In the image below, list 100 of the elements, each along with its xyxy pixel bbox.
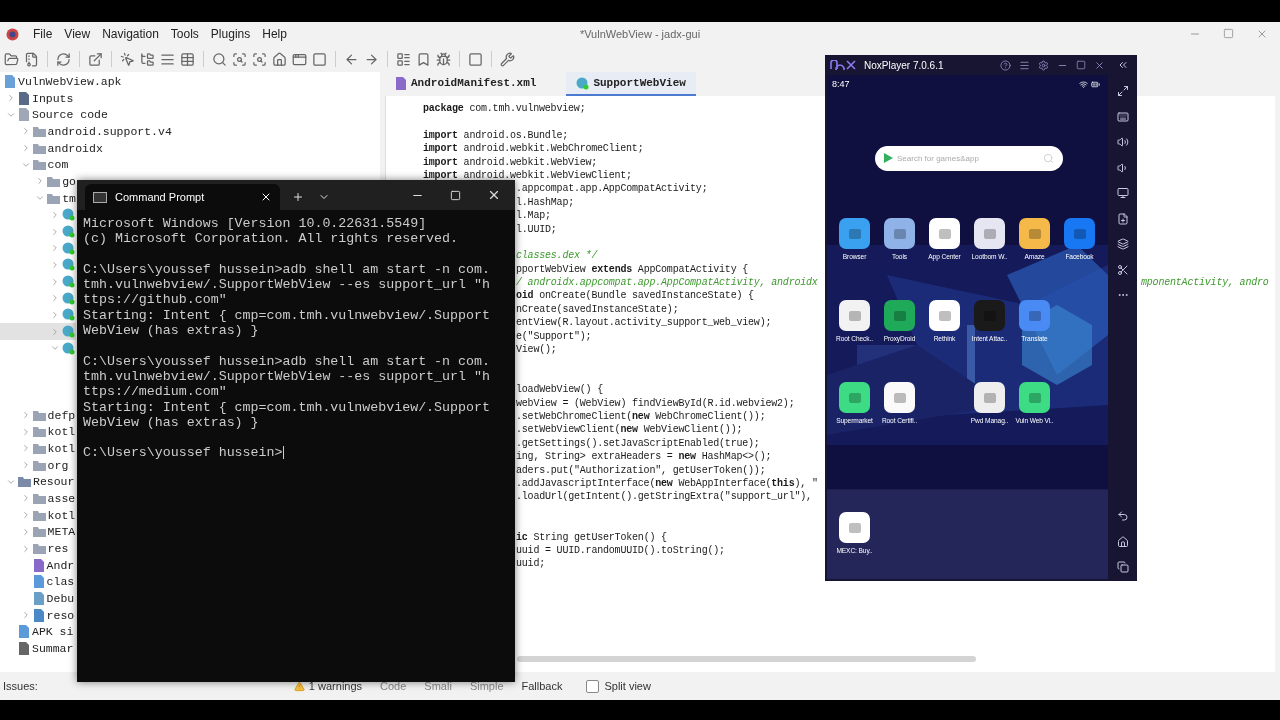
layers-icon[interactable]	[1116, 238, 1129, 250]
window-icon[interactable]	[292, 51, 307, 67]
square-icon[interactable]	[312, 51, 327, 67]
recents-icon[interactable]	[1116, 561, 1129, 573]
list-icon[interactable]	[396, 51, 411, 67]
tree-item[interactable]: kotl	[0, 440, 77, 457]
tree-item[interactable]: asse	[0, 490, 77, 507]
folder-icon	[32, 125, 46, 137]
tree-item[interactable]: clas	[0, 573, 76, 591]
screen-icon[interactable]	[1116, 187, 1129, 199]
tree-item[interactable]: Source code	[0, 106, 109, 124]
keyboard-icon[interactable]	[1116, 110, 1129, 123]
tree-label: Inputs	[32, 91, 74, 105]
view-mode-option[interactable]: Fallback	[521, 680, 563, 692]
folder-icon	[32, 142, 46, 154]
tree-item[interactable]: Andr	[0, 556, 76, 574]
search-icon[interactable]	[212, 51, 227, 67]
tree-label: Resour	[33, 475, 75, 489]
settings-icon[interactable]	[1038, 59, 1049, 71]
tree-item[interactable]: androidx	[0, 139, 104, 157]
forward-arrow-icon[interactable]	[364, 51, 379, 67]
archive-icon[interactable]	[24, 51, 39, 67]
editor-tab[interactable]: SupportWebView	[566, 72, 696, 96]
code-line: oid onCreate(Bundle savedInstanceState) {	[516, 290, 754, 302]
tree-item[interactable]: org	[0, 456, 70, 474]
checkbox[interactable]	[586, 679, 600, 693]
close-icon[interactable]	[487, 188, 501, 202]
menu-item[interactable]: Tools	[170, 27, 199, 41]
menu-icon[interactable]	[1019, 59, 1030, 71]
tree-item[interactable]: reso	[0, 606, 76, 624]
tree-item[interactable]: kotl	[0, 423, 77, 441]
tree-item[interactable]: Debu	[0, 590, 76, 607]
cursor-icon[interactable]	[120, 51, 135, 67]
back-icon[interactable]	[1116, 510, 1129, 522]
menu-item[interactable]: Plugins	[210, 27, 251, 41]
volume-down-icon[interactable]	[1116, 161, 1129, 174]
add-file-icon[interactable]	[1116, 212, 1129, 225]
volume-up-icon[interactable]	[1116, 136, 1129, 148]
terminal-line: WebView (has extras) }	[83, 414, 259, 430]
code-line: uuid;	[516, 558, 545, 570]
terminal-line: Starting: Intent { cmp=com.tmh.vulnwebview/.Support	[83, 399, 490, 415]
bug-icon[interactable]	[436, 51, 451, 67]
menu-item[interactable]: View	[64, 27, 91, 41]
search-icon[interactable]	[232, 51, 247, 67]
wrench-icon[interactable]	[500, 51, 515, 67]
home-icon[interactable]	[272, 51, 287, 67]
code-line: aders.put("Authorization", getUserToken());	[516, 464, 766, 476]
code-line: import android.os.Bundle;	[423, 129, 569, 141]
code-line: .addJavascriptInterface(new WebAppInterface(this), "	[516, 477, 818, 489]
tree-label: Summar	[32, 642, 74, 656]
tree-item[interactable]: kotl	[0, 506, 77, 524]
file-icon	[18, 91, 30, 105]
tree-item[interactable]: Summar	[0, 640, 75, 657]
editor-tab[interactable]: AndroidManifest.xml	[385, 72, 547, 96]
menu-item[interactable]: File	[33, 27, 53, 41]
refresh-icon[interactable]	[56, 51, 71, 67]
tree-label: tm	[62, 191, 76, 205]
table-icon[interactable]	[180, 51, 195, 67]
new-tab-icon[interactable]	[292, 191, 304, 203]
list-icon[interactable]	[160, 51, 175, 67]
export-icon[interactable]	[88, 51, 103, 67]
tree-label: META	[47, 525, 76, 539]
tree-item[interactable]: android.support.v4	[0, 123, 173, 140]
chevron-icon[interactable]	[6, 93, 16, 104]
class-icon	[61, 275, 75, 289]
tree-item[interactable]	[0, 323, 76, 340]
tree-label: clas	[46, 575, 75, 589]
terminal-tab[interactable]: Command Prompt	[85, 184, 280, 210]
code-line: classes.dex */	[516, 250, 598, 262]
bookmark-icon[interactable]	[416, 51, 431, 67]
tree-label: asse	[47, 491, 76, 505]
tree-item[interactable]: Resour	[0, 473, 76, 491]
square-icon[interactable]	[468, 51, 483, 67]
help-icon[interactable]	[1000, 59, 1011, 71]
search-field[interactable]: Search for games&app	[875, 146, 1063, 171]
code-line: ic String getUserToken() {	[516, 531, 667, 543]
tree-item[interactable]: APK si	[0, 623, 75, 641]
folder-icon	[32, 526, 46, 538]
close-icon[interactable]	[260, 191, 272, 203]
tree-label: Debu	[46, 592, 75, 606]
tree-item[interactable]: com	[0, 156, 70, 174]
terminal-icon	[93, 191, 107, 203]
folder-tree-icon[interactable]	[140, 51, 155, 67]
tree-item[interactable]: VulnWebView.apk	[0, 73, 123, 90]
open-folder-icon[interactable]	[4, 51, 19, 67]
menu-item[interactable]: Navigation	[102, 27, 159, 41]
collapse-icon[interactable]	[1117, 59, 1129, 71]
tree-item[interactable]: go	[0, 173, 77, 190]
horizontal-scrollbar[interactable]	[517, 656, 976, 662]
tree-label: go	[62, 174, 76, 188]
search-icon[interactable]	[252, 51, 267, 67]
warnings-count[interactable]: 1 warnings	[308, 680, 363, 692]
fullscreen-icon[interactable]	[1116, 85, 1129, 97]
scissors-icon[interactable]	[1116, 263, 1129, 276]
menu-item[interactable]: Help	[262, 27, 287, 41]
tree-item[interactable]: defp	[0, 406, 77, 424]
tree-item[interactable]: Inputs	[0, 89, 75, 107]
tree-item[interactable]: tm	[0, 189, 77, 207]
tree-item[interactable]: res	[0, 540, 70, 557]
tree-item[interactable]: META	[0, 523, 77, 541]
